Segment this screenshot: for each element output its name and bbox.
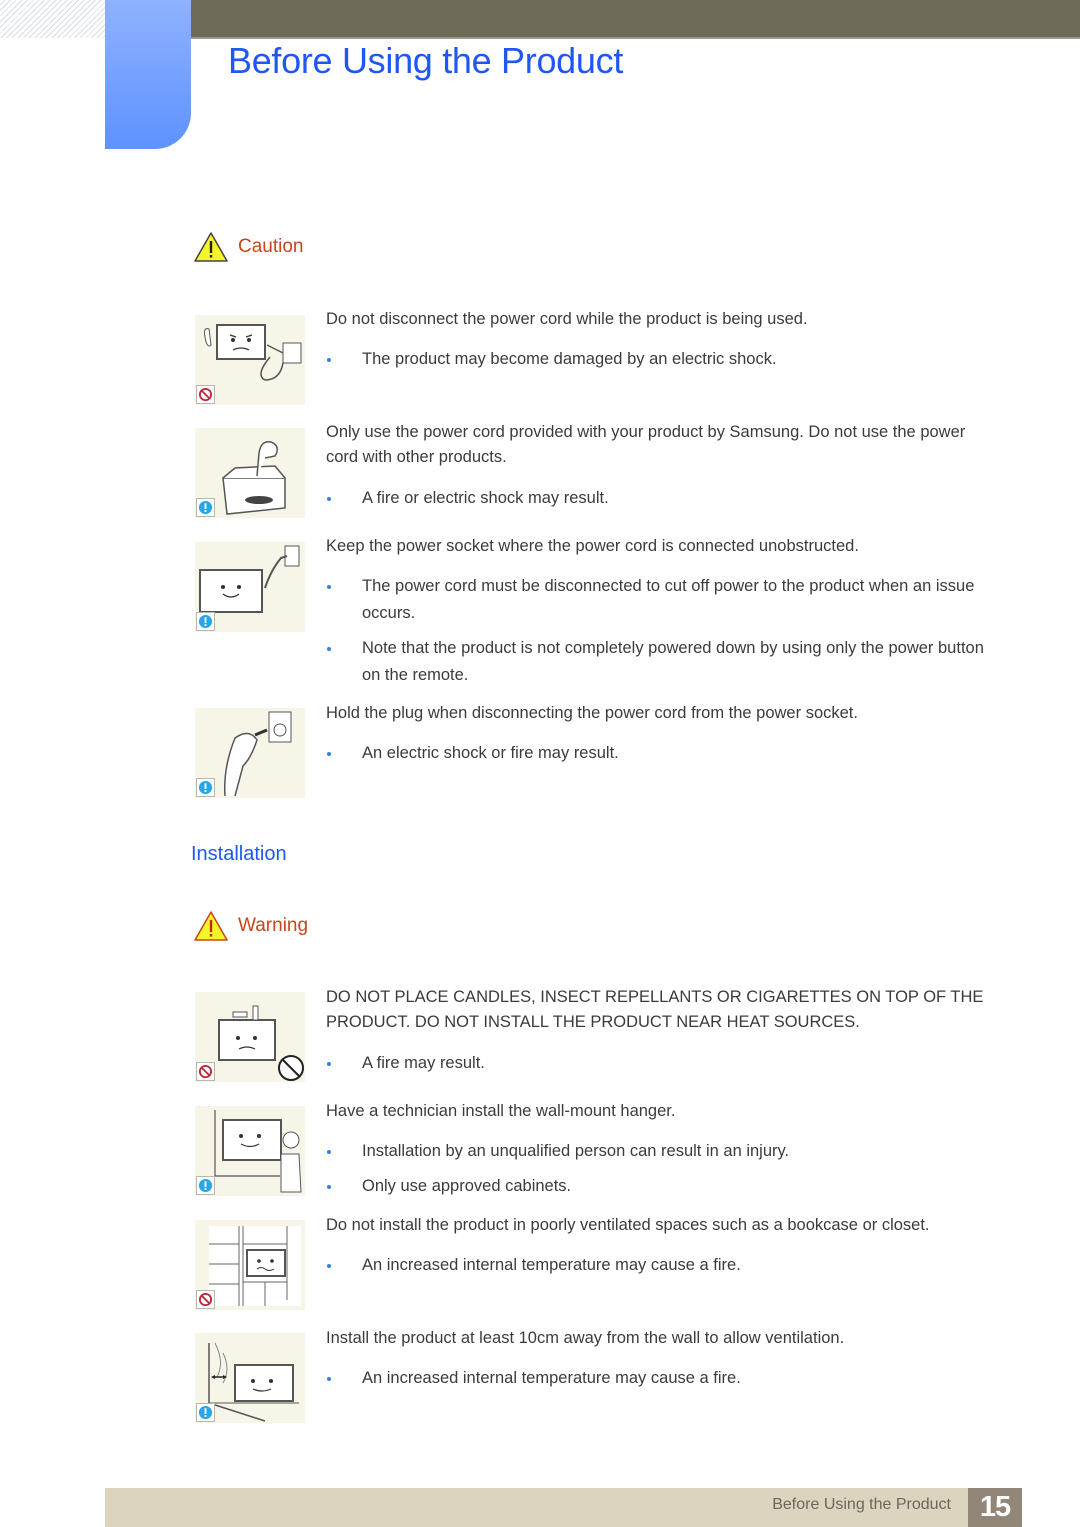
caution-item-text: Keep the power socket where the power co… [326,537,859,555]
caution-item-bullet: The product may become damaged by an ele… [326,346,986,373]
prohibited-badge [196,1290,215,1309]
header-hatch-pattern [0,0,105,38]
prohibited-icon [198,387,213,402]
installation-item-bullet: Installation by an unqualified person ca… [326,1138,986,1165]
illustration-candles-on-product [195,992,305,1082]
illustration-bookcase-installation [195,1220,305,1310]
installation-item-text: Install the product at least 10cm away f… [326,1329,845,1347]
installation-item-bullet: A fire may result. [326,1050,986,1077]
illustration-samsung-power-cord [195,428,305,518]
caution-item-bullet: The power cord must be disconnected to c… [326,573,986,627]
info-badge [196,1403,215,1422]
installation-item-bullet: Only use approved cabinets. [326,1173,986,1200]
prohibited-icon [198,1064,213,1079]
info-icon [198,500,213,515]
info-badge [196,612,215,631]
warning-notice: Warning [193,910,308,942]
installation-item-text: Do not install the product in poorly ven… [326,1216,930,1234]
illustration-hold-plug [195,708,305,798]
info-icon [198,780,213,795]
header-bar [191,0,1080,39]
illustration-unobstructed-socket [195,542,305,632]
footer-section-title: Before Using the Product [772,1496,951,1513]
info-icon [198,1178,213,1193]
caution-item-text: Do not disconnect the power cord while t… [326,310,808,328]
caution-label: Caution [238,236,304,257]
installation-item-text: DO NOT PLACE CANDLES, INSECT REPELLANTS … [326,988,984,1031]
prohibited-icon [198,1292,213,1307]
illustration-technician-wall-mount [195,1106,305,1196]
info-badge [196,1176,215,1195]
installation-item-text: Have a technician install the wall-mount… [326,1102,676,1120]
header-blue-tab [105,0,191,149]
caution-item-text: Only use the power cord provided with yo… [326,423,966,466]
illustration-disconnect-cord [195,315,305,405]
page-number: 15 [968,1488,1022,1527]
caution-item-bullet: An electric shock or fire may result. [326,740,986,767]
caution-notice: Caution [193,231,304,263]
prohibited-badge [196,1062,215,1081]
page-footer: Before Using the Product 15 [105,1488,1022,1527]
page-title: Before Using the Product [228,40,624,81]
info-badge [196,778,215,797]
info-badge [196,498,215,517]
installation-item-bullet: An increased internal temperature may ca… [326,1365,986,1392]
section-heading-installation: Installation [191,843,287,865]
caution-item-text: Hold the plug when disconnecting the pow… [326,704,858,722]
caution-item-bullet: Note that the product is not completely … [326,635,986,689]
info-icon [198,614,213,629]
caution-item-bullet: A fire or electric shock may result. [326,485,986,512]
info-icon [198,1405,213,1420]
warning-label: Warning [238,915,309,936]
warning-triangle-icon [194,232,228,262]
illustration-wall-distance [195,1333,305,1423]
prohibited-badge [196,385,215,404]
warning-triangle-icon [194,911,228,941]
installation-item-bullet: An increased internal temperature may ca… [326,1252,986,1279]
